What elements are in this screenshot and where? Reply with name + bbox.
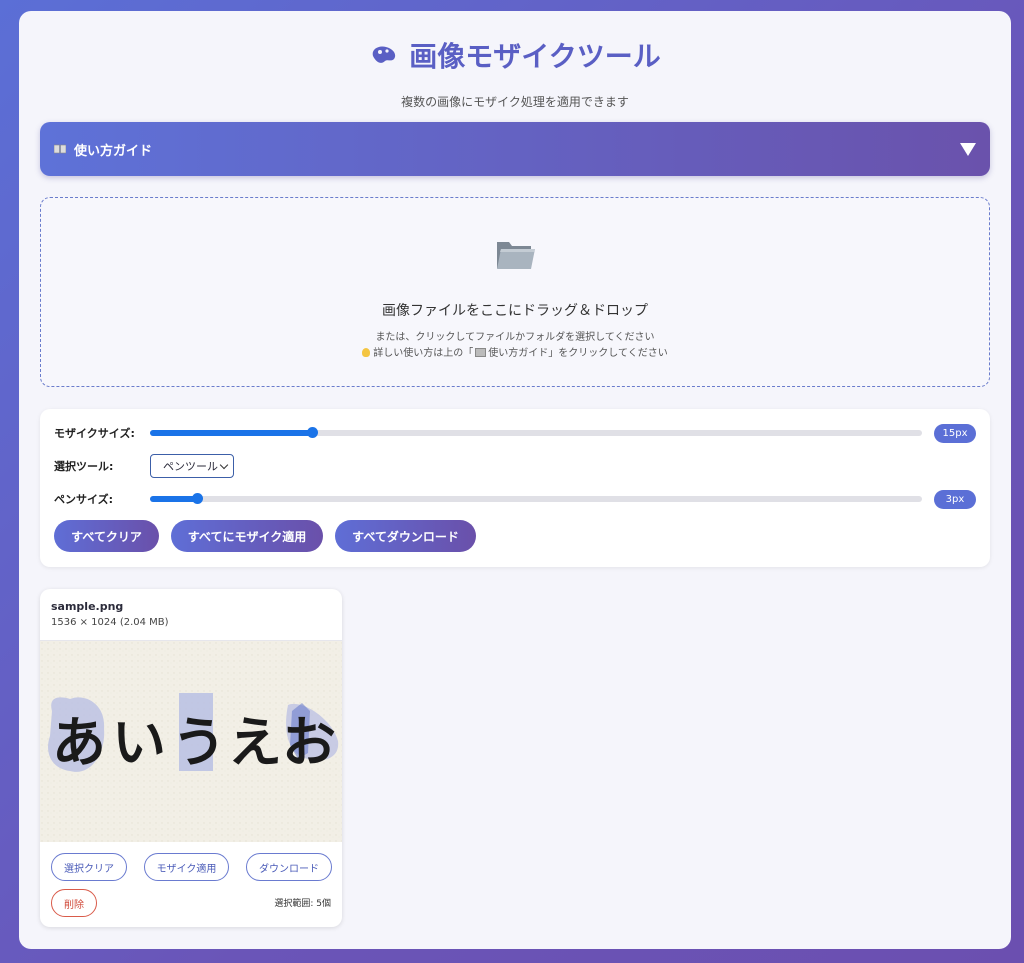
file-dropzone[interactable]: 画像ファイルをここにドラッグ＆ドロップ または、クリックしてファイルかフォルダを… [40, 197, 990, 387]
dropzone-select-hint: または、クリックしてファイルかフォルダを選択してください [375, 332, 655, 343]
tool-select[interactable]: ペンツール [150, 454, 234, 478]
image-file-info: 1536 × 1024 (2.04 MB) [51, 617, 169, 628]
clear-all-button[interactable]: すべてクリア [54, 520, 159, 552]
apply-mosaic-button[interactable]: モザイク適用 [144, 853, 229, 881]
mosaic-size-slider[interactable] [150, 427, 922, 438]
app-container: 画像モザイクツール 複数の画像にモザイク処理を適用できます 使い方ガイド 画像フ… [19, 11, 1011, 949]
slider-handle[interactable] [192, 493, 204, 504]
mosaic-size-value: 15px [934, 423, 976, 443]
preview-glyph: う [172, 710, 226, 774]
image-card: sample.png 1536 × 1024 (2.04 MB) あ い う え… [40, 589, 342, 927]
folder-icon [497, 242, 535, 269]
hint-prefix: 詳しい使い方は上の「 [373, 348, 474, 359]
dropzone-sub-text: または、クリックしてファイルかフォルダを選択してください 詳しい使い方は上の「 使… [41, 330, 989, 362]
clear-selection-button[interactable]: 選択クリア [51, 853, 127, 881]
book-icon [54, 144, 66, 154]
dropzone-guide-hint: 詳しい使い方は上の「 使い方ガイド」をクリックしてください [41, 346, 989, 362]
book-icon [475, 348, 487, 357]
chevron-down-icon[interactable] [960, 142, 976, 156]
usage-guide-label: 使い方ガイド [74, 143, 153, 159]
slider-fill [150, 496, 198, 502]
preview-glyph: え [228, 710, 282, 774]
hint-link: 使い方ガイド [488, 348, 549, 359]
header: 画像モザイクツール 複数の画像にモザイク処理を適用できます [19, 11, 1011, 110]
mosaic-size-row: モザイクサイズ: 15px [54, 421, 976, 445]
lightbulb-icon [362, 348, 371, 357]
hint-suffix: 」をクリックしてください [548, 348, 668, 359]
preview-glyph: い [112, 710, 166, 774]
palette-icon [372, 46, 396, 63]
mosaic-size-label: モザイクサイズ: [54, 427, 135, 440]
controls-panel: モザイクサイズ: 15px 選択ツール: ペンツール ペンサイズ: 3px すべ… [40, 409, 990, 567]
page-title: 画像モザイクツール [369, 35, 661, 75]
pen-size-slider[interactable] [150, 493, 922, 504]
preview-image[interactable]: あ い う え お [40, 641, 342, 842]
preview-glyph: お [282, 710, 336, 774]
pen-size-row: ペンサイズ: 3px [54, 487, 976, 511]
image-preview-canvas[interactable]: あ い う え お [40, 640, 342, 842]
dropzone-main-text: 画像ファイルをここにドラッグ＆ドロップ [382, 303, 648, 319]
tool-select-value: ペンツール [163, 460, 218, 473]
tool-row: 選択ツール: ペンツール [54, 454, 976, 478]
page-title-text: 画像モザイクツール [409, 40, 661, 73]
bulk-actions: すべてクリア すべてにモザイク適用 すべてダウンロード [54, 520, 476, 552]
selection-count: 選択範囲: 5個 [274, 899, 331, 909]
chevron-down-icon [219, 460, 229, 470]
download-all-button[interactable]: すべてダウンロード [335, 520, 476, 552]
usage-guide-toggle[interactable]: 使い方ガイド [40, 122, 990, 176]
apply-all-button[interactable]: すべてにモザイク適用 [171, 520, 323, 552]
pen-size-value: 3px [934, 489, 976, 509]
pen-size-label: ペンサイズ: [54, 493, 114, 506]
slider-handle[interactable] [307, 427, 319, 438]
tool-label: 選択ツール: [54, 460, 114, 473]
download-button[interactable]: ダウンロード [246, 853, 332, 881]
slider-fill [150, 430, 313, 436]
preview-glyph: あ [52, 710, 106, 774]
image-file-name: sample.png [51, 600, 124, 613]
delete-button[interactable]: 削除 [51, 889, 97, 917]
page-subtitle: 複数の画像にモザイク処理を適用できます [401, 95, 629, 109]
